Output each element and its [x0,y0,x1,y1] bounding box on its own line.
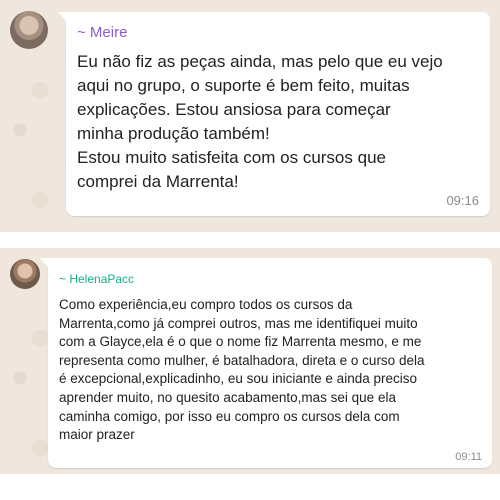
message-text: Como experiência,eu compro todos os curs… [59,297,425,443]
message-timestamp: 09:16 [446,193,479,208]
chat-screenshot-2: ~ HelenaPacc Como experiência,eu compro … [0,248,500,474]
avatar[interactable] [10,259,40,289]
sender-name[interactable]: ~ HelenaPacc [59,272,134,286]
message-bubble: ~ HelenaPacc Como experiência,eu compro … [40,258,492,468]
message-timestamp: 09:11 [455,451,482,463]
sender-name[interactable]: ~ Meire [77,24,127,41]
message-text: Eu não fiz as peças ainda, mas pelo que … [77,52,443,191]
message-bubble: ~ Meire Eu não fiz as peças ainda, mas p… [58,12,490,216]
chat-screenshot-1: ~ Meire Eu não fiz as peças ainda, mas p… [0,0,500,232]
avatar[interactable] [10,11,48,49]
